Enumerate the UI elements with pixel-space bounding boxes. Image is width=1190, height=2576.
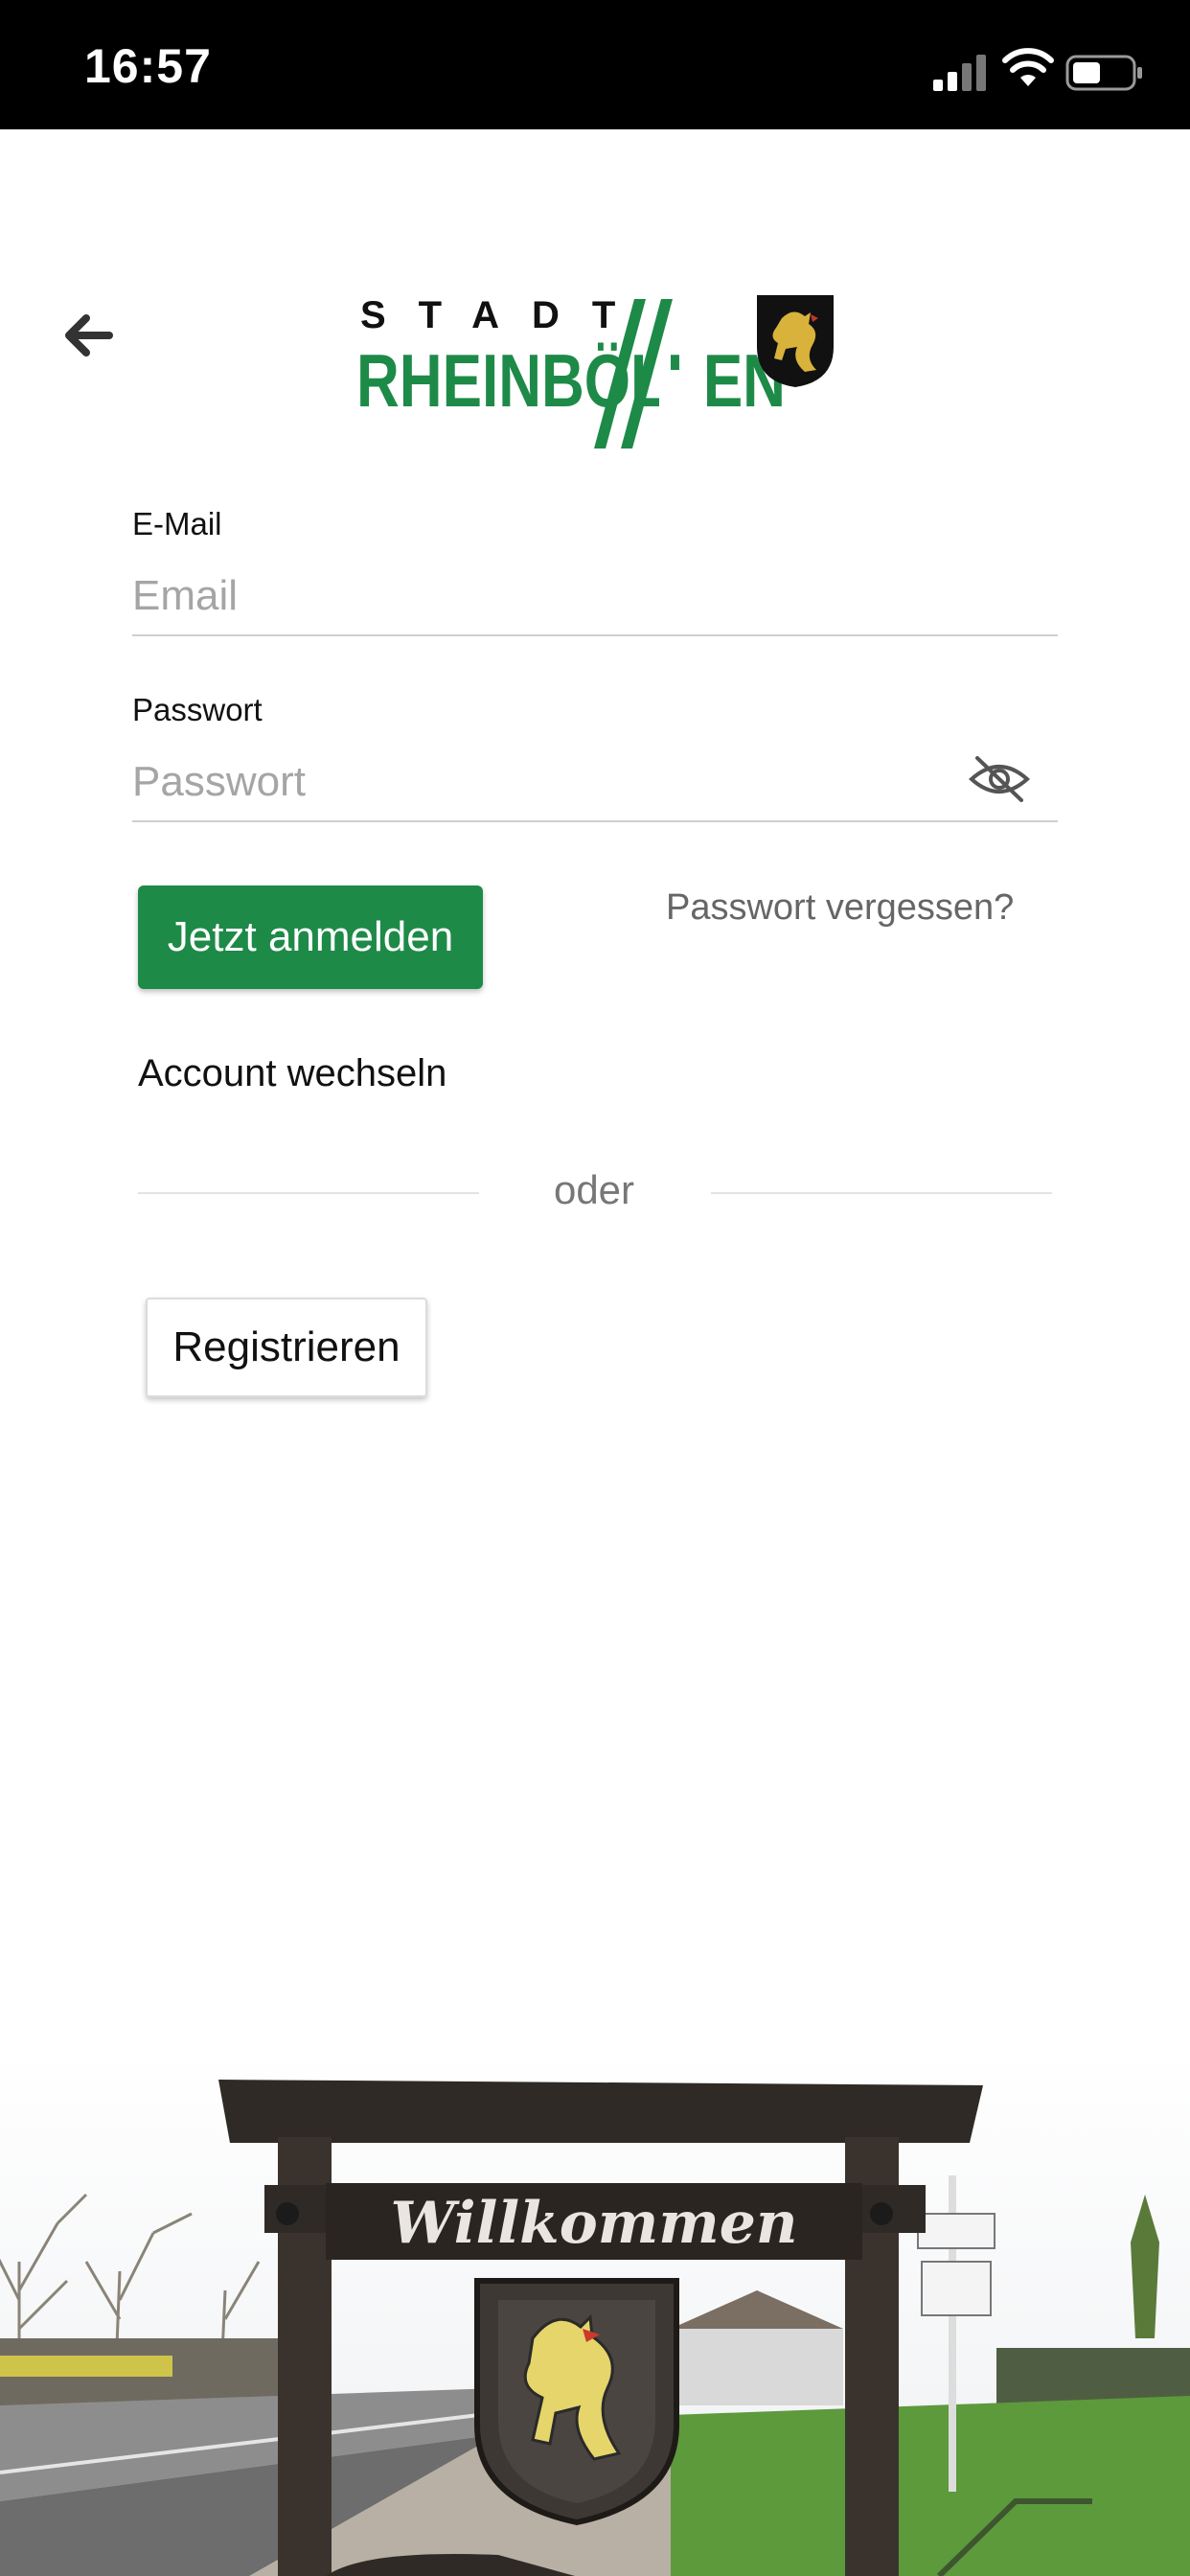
divider-right: [711, 1192, 1052, 1194]
back-arrow-icon[interactable]: [57, 305, 119, 366]
forgot-password-link[interactable]: Passwort vergessen?: [666, 887, 1014, 929]
logo-stadt-text: STADT: [360, 294, 648, 336]
switch-account-link[interactable]: Account wechseln: [138, 1052, 446, 1095]
svg-text:RHEINBÖLLEN: RHEINBÖLLEN: [356, 338, 786, 423]
welcome-sign-photo: Willkommen: [0, 2051, 1190, 2576]
status-time: 16:57: [84, 39, 212, 93]
email-input[interactable]: [132, 558, 1058, 636]
divider-left: [138, 1192, 479, 1194]
battery-icon: [1065, 55, 1142, 91]
password-input[interactable]: [132, 744, 1058, 822]
password-label: Passwort: [132, 692, 263, 727]
email-label: E-Mail: [132, 506, 222, 541]
register-button[interactable]: Registrieren: [146, 1298, 427, 1397]
welcome-sign-text: Willkommen: [390, 2190, 797, 2257]
login-button[interactable]: Jetzt anmelden: [138, 886, 483, 989]
status-bar: 16:57: [0, 0, 1190, 129]
coat-of-arms-icon: [757, 295, 834, 387]
stadt-rheinboellen-logo: STADT RHEINBÖLLEN: [356, 294, 834, 448]
logo-name-part1: RHEINB: [356, 338, 584, 423]
signal-icon: [933, 55, 986, 91]
wifi-icon: [1002, 48, 1054, 86]
eye-off-icon[interactable]: [968, 752, 1031, 806]
divider-text: oder: [553, 1167, 635, 1212]
